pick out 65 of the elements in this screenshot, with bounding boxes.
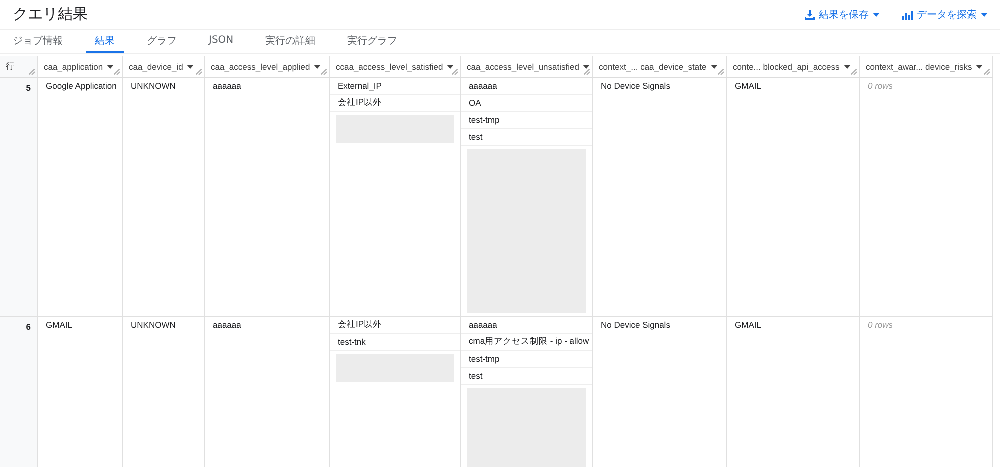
action-button[interactable]: 結果を保存 [801,6,884,24]
caret-icon [976,64,984,68]
cell-value: UNKNOWN [131,320,176,330]
caret-icon [187,64,194,68]
cell-value: test-tmp [469,354,500,364]
resize-grip-icon [29,69,35,75]
column-header[interactable]: caa_application [44,62,104,72]
empty-value: 0 rows [868,81,894,91]
cell-value: test-tnk [338,337,366,347]
cell-value: OA [469,98,482,108]
tab[interactable]: グラフ [138,30,186,53]
column-header[interactable]: caa_access_level_applied [211,62,310,72]
row-number: 5 [26,83,31,94]
caret-icon [107,64,114,68]
resize-grip-icon [584,69,590,75]
resize-grip-icon [718,69,724,75]
tab[interactable]: 実行の詳細 [256,30,325,53]
resize-grip-icon [452,69,458,75]
column-header[interactable]: conte... blocked_api_access [733,62,840,72]
column-header[interactable]: ccaa_access_level_satisfied [336,62,444,72]
cell-value: UNKNOWN [131,81,176,91]
caret-icon [583,64,590,68]
cell-value: Google Application [46,81,117,91]
cell-value: test [469,371,483,381]
caret-icon [447,64,454,68]
caret-icon [844,64,851,68]
download-icon [805,10,815,20]
resize-grip-icon [196,69,202,75]
resize-grip-icon [321,69,327,75]
cell-value: aaaaaa [213,320,242,330]
cell-value: aaaaaa [469,81,498,91]
resize-grip-icon [114,69,120,75]
cell-value: test [469,132,483,142]
tab[interactable]: 結果 [86,30,124,53]
column-header: 行 [6,60,15,72]
caret-icon [873,12,880,16]
caret-icon [981,12,988,16]
cell-value: No Device Signals [601,81,670,91]
tab[interactable]: 実行グラフ [338,30,407,53]
column-header[interactable]: caa_device_id [129,62,184,72]
tab[interactable]: ジョブ情報 [4,30,72,53]
caret-icon [314,64,322,68]
cell-value: No Device Signals [601,320,670,330]
cell-value: External_IP [338,81,382,91]
resize-grip-icon [851,69,857,75]
column-header[interactable]: context_awar... device_risks [866,62,972,72]
caret-icon [710,64,718,68]
action-button[interactable]: データを探索 [898,6,992,24]
cell-value: GMAIL [735,81,762,91]
empty-value: 0 rows [868,320,894,330]
column-header[interactable]: caa_access_level_unsatisfied [467,62,580,72]
row-number: 6 [26,322,31,333]
column-header[interactable]: context_... caa_device_state [599,62,707,72]
chart-icon [902,10,913,20]
cell-value: aaaaaa [469,320,498,330]
cell-value: aaaaaa [213,81,242,91]
cell-value: cma用アクセス制限 - ip - allow [469,336,590,348]
page-title: クエリ結果 [13,5,88,24]
cell-value: GMAIL [46,320,72,330]
cell-value: GMAIL [735,320,762,330]
resize-grip-icon [984,69,990,75]
cell-value: test-tmp [469,115,500,125]
cell-value: 会社IP以外 [338,97,382,109]
cell-value: 会社IP以外 [338,319,382,331]
tab[interactable]: JSON [200,30,243,53]
